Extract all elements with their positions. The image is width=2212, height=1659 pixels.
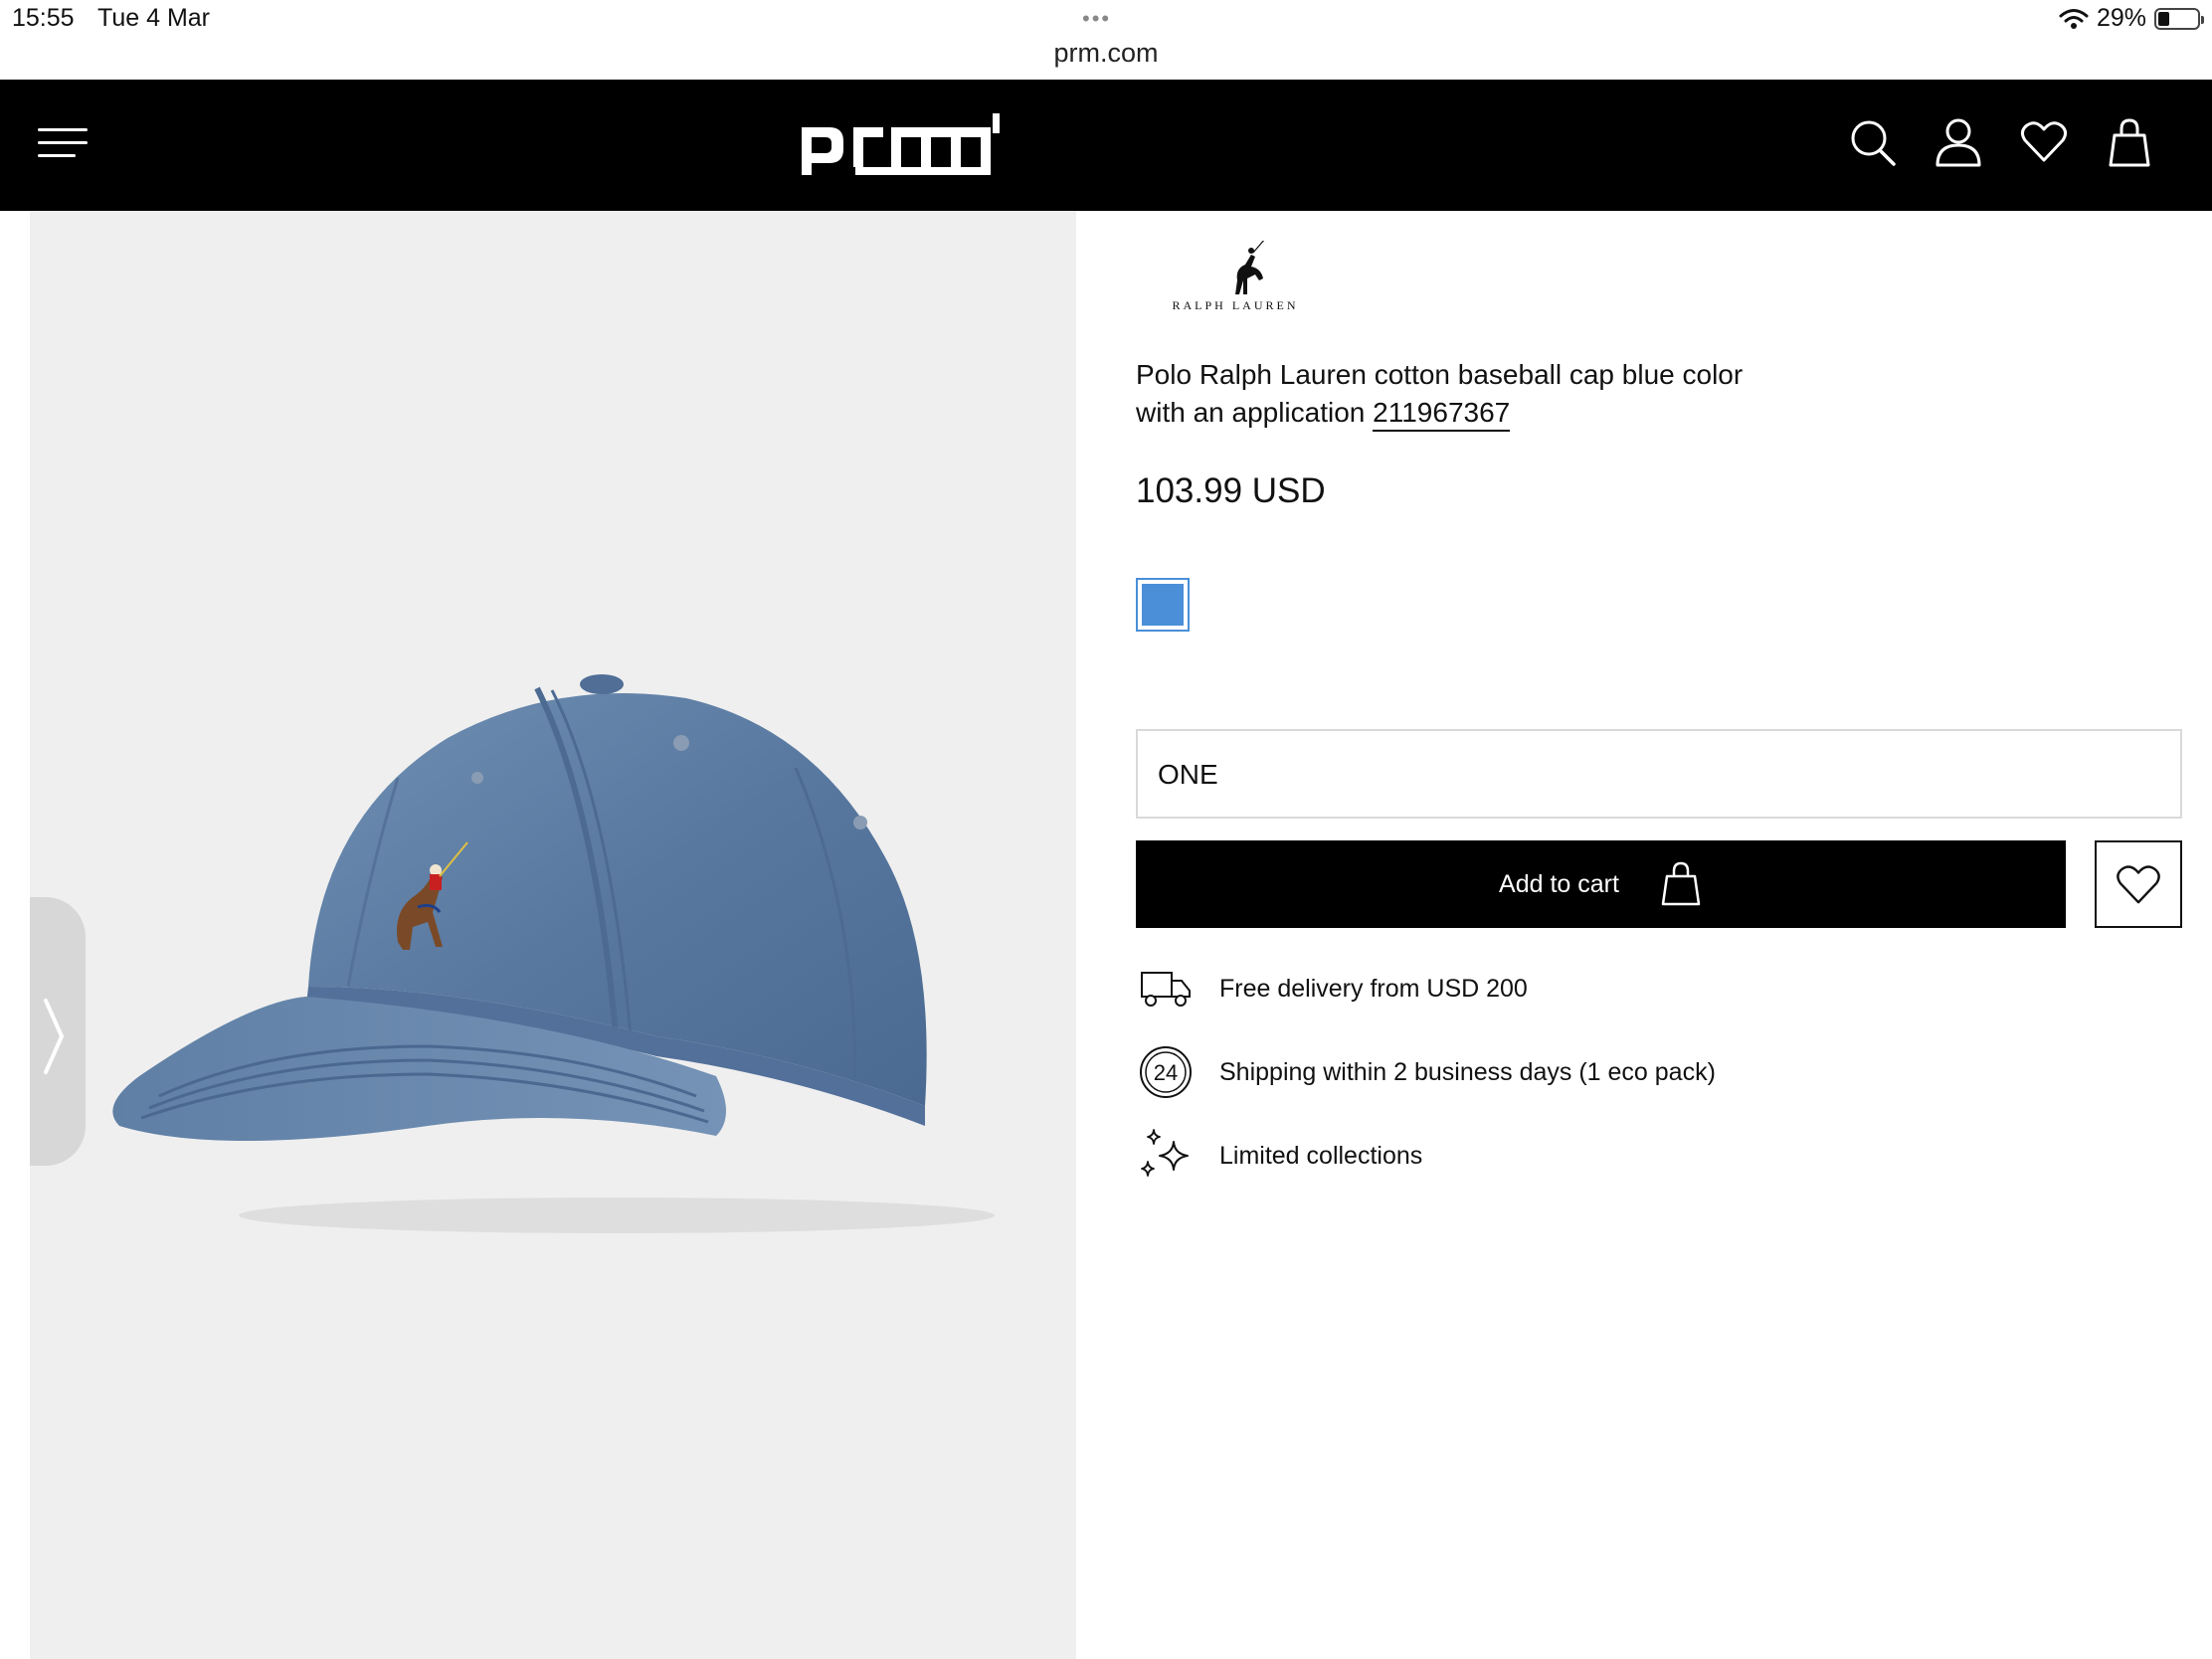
feature-text: Free delivery from USD 200 xyxy=(1219,974,1528,1003)
add-to-cart-button[interactable]: Add to cart xyxy=(1136,840,2066,928)
status-time: 15:55 xyxy=(12,4,75,32)
user-icon[interactable] xyxy=(1934,115,1983,169)
chevron-right-icon xyxy=(44,999,65,1074)
size-value: ONE xyxy=(1158,759,1218,790)
product-image-cap xyxy=(112,674,995,1233)
battery-icon xyxy=(2154,7,2204,30)
status-date: Tue 4 Mar xyxy=(97,4,211,32)
color-swatch[interactable] xyxy=(1136,578,1190,632)
bag-icon[interactable] xyxy=(2105,115,2154,169)
add-to-wishlist-button[interactable] xyxy=(2095,840,2182,928)
feature-text: Limited collections xyxy=(1219,1141,1423,1170)
address-url[interactable]: prm.com xyxy=(0,38,2212,69)
wifi-icon xyxy=(2059,8,2089,29)
status-right: 29% xyxy=(2059,4,2204,33)
truck-icon xyxy=(1141,972,1191,1007)
bag-icon xyxy=(1661,861,1701,906)
color-swatch-fill xyxy=(1142,584,1184,626)
size-select[interactable]: ONE xyxy=(1136,729,2182,819)
add-to-cart-label: Add to cart xyxy=(1499,869,1619,898)
prm-logo[interactable] xyxy=(796,109,1005,181)
heart-icon xyxy=(2117,865,2160,904)
menu-icon[interactable] xyxy=(38,123,88,163)
search-icon[interactable] xyxy=(1848,115,1898,169)
ralph-lauren-logo[interactable] xyxy=(1176,241,1335,330)
feature-shipping: 24 Shipping within 2 business days (1 ec… xyxy=(1136,1042,1832,1102)
product-gallery[interactable] xyxy=(30,211,1076,1659)
svg-text:24: 24 xyxy=(1154,1060,1178,1085)
24-hours-icon: 24 xyxy=(1140,1046,1192,1098)
brand-name: RALPH LAUREN xyxy=(1172,298,1299,312)
status-bar: 15:55 Tue 4 Mar ••• prm.com 29% xyxy=(0,0,2212,80)
feature-free-delivery: Free delivery from USD 200 xyxy=(1136,959,1832,1018)
product-title: Polo Ralph Lauren cotton baseball cap bl… xyxy=(1136,356,1752,432)
feature-limited: Limited collections xyxy=(1136,1126,1832,1186)
gallery-toggle-tab[interactable] xyxy=(30,897,86,1166)
heart-icon[interactable] xyxy=(2019,115,2069,169)
battery-percent: 29% xyxy=(2096,4,2146,32)
browser-dots[interactable]: ••• xyxy=(1082,6,1111,32)
header-actions xyxy=(1848,115,2154,169)
feature-text: Shipping within 2 business days (1 eco p… xyxy=(1219,1057,1716,1086)
product-sku: 211967367 xyxy=(1373,397,1511,432)
product-price: 103.99 USD xyxy=(1136,471,1326,510)
sparkles-icon xyxy=(1141,1129,1189,1177)
site-header xyxy=(0,80,2212,211)
